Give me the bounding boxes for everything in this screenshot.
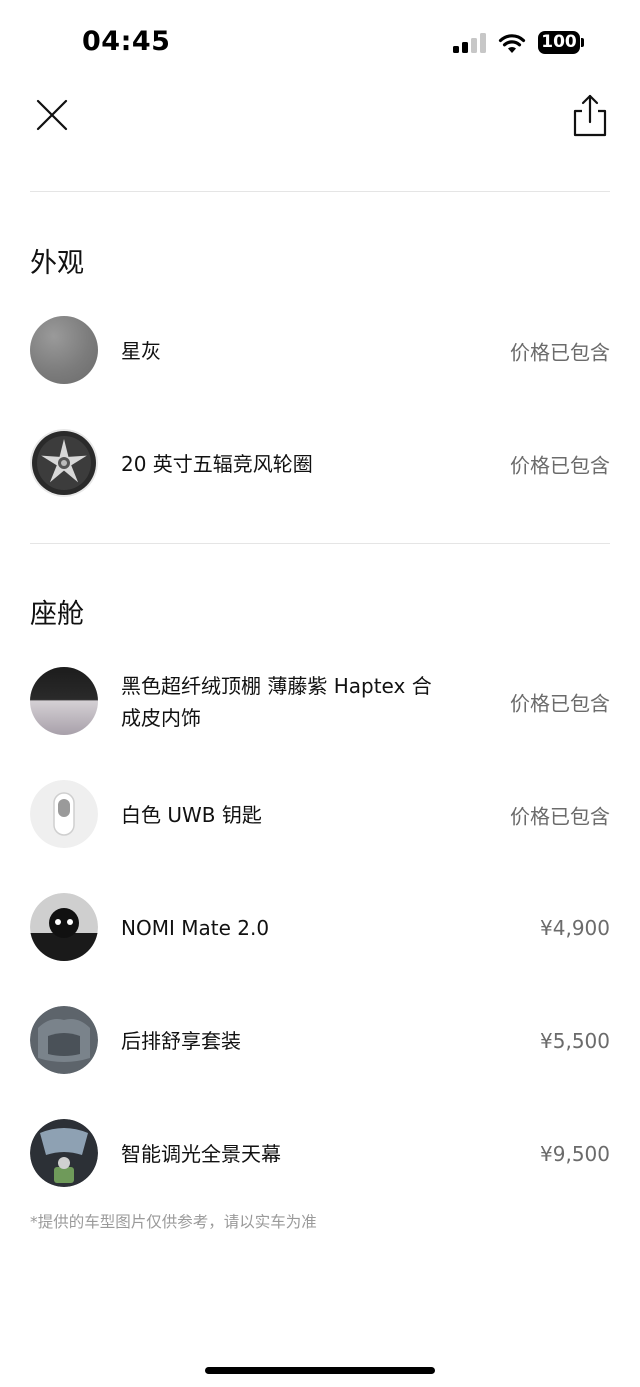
uwb-key-thumbnail <box>30 780 98 848</box>
section-title-exterior: 外观 <box>30 248 84 279</box>
option-price: ¥5,500 <box>540 1029 610 1053</box>
status-bar: 04:45 100 <box>0 0 640 80</box>
close-x-icon[interactable] <box>32 95 72 135</box>
share-icon[interactable] <box>568 91 612 139</box>
option-name: 星灰 <box>121 339 161 363</box>
option-name: 白色 UWB 钥匙 <box>121 803 262 827</box>
option-price: ¥9,500 <box>540 1142 610 1166</box>
option-row-wheels[interactable]: 20 英寸五辐竞风轮圈 价格已包含 <box>30 429 610 499</box>
battery-tip <box>581 38 584 47</box>
option-row-panoramic-roof[interactable]: 智能调光全景天幕 ¥9,500 <box>30 1119 610 1189</box>
battery-indicator: 100 <box>538 31 580 54</box>
divider <box>30 191 610 192</box>
option-row-star-gray[interactable]: 星灰 价格已包含 <box>30 316 610 386</box>
wheel-thumbnail <box>30 429 98 497</box>
option-row-interior-trim[interactable]: 黑色超纤绒顶棚 薄藤紫 Haptex 合成皮内饰 价格已包含 <box>30 667 610 737</box>
divider <box>30 543 610 544</box>
option-price: 价格已包含 <box>510 340 610 365</box>
panoramic-roof-thumbnail <box>30 1119 98 1187</box>
option-row-uwb-key[interactable]: 白色 UWB 钥匙 价格已包含 <box>30 780 610 850</box>
battery-level: 100 <box>541 32 577 52</box>
option-row-nomi-mate[interactable]: NOMI Mate 2.0 ¥4,900 <box>30 893 610 963</box>
option-price: 价格已包含 <box>510 804 610 829</box>
disclaimer-text: *提供的车型图片仅供参考，请以实车为准 <box>30 1213 317 1231</box>
nomi-mate-thumbnail <box>30 893 98 961</box>
color-swatch-star-gray <box>30 316 98 384</box>
cellular-signal-icon <box>453 33 487 53</box>
home-indicator[interactable] <box>205 1367 435 1374</box>
option-name: 20 英寸五辐竞风轮圈 <box>121 452 313 476</box>
status-time: 04:45 <box>82 26 171 57</box>
interior-trim-swatch <box>30 667 98 735</box>
nav-bar <box>0 85 640 145</box>
option-name: 智能调光全景天幕 <box>121 1142 281 1166</box>
option-name: 黑色超纤绒顶棚 薄藤紫 Haptex 合成皮内饰 <box>121 674 432 730</box>
option-name: 后排舒享套装 <box>121 1029 241 1053</box>
option-row-rear-comfort[interactable]: 后排舒享套装 ¥5,500 <box>30 1006 610 1076</box>
section-title-cabin: 座舱 <box>30 599 84 630</box>
option-price: 价格已包含 <box>510 453 610 478</box>
option-price: ¥4,900 <box>540 916 610 940</box>
option-price: 价格已包含 <box>510 691 610 716</box>
option-name: NOMI Mate 2.0 <box>121 916 270 940</box>
rear-seat-thumbnail <box>30 1006 98 1074</box>
wifi-icon <box>498 34 526 53</box>
